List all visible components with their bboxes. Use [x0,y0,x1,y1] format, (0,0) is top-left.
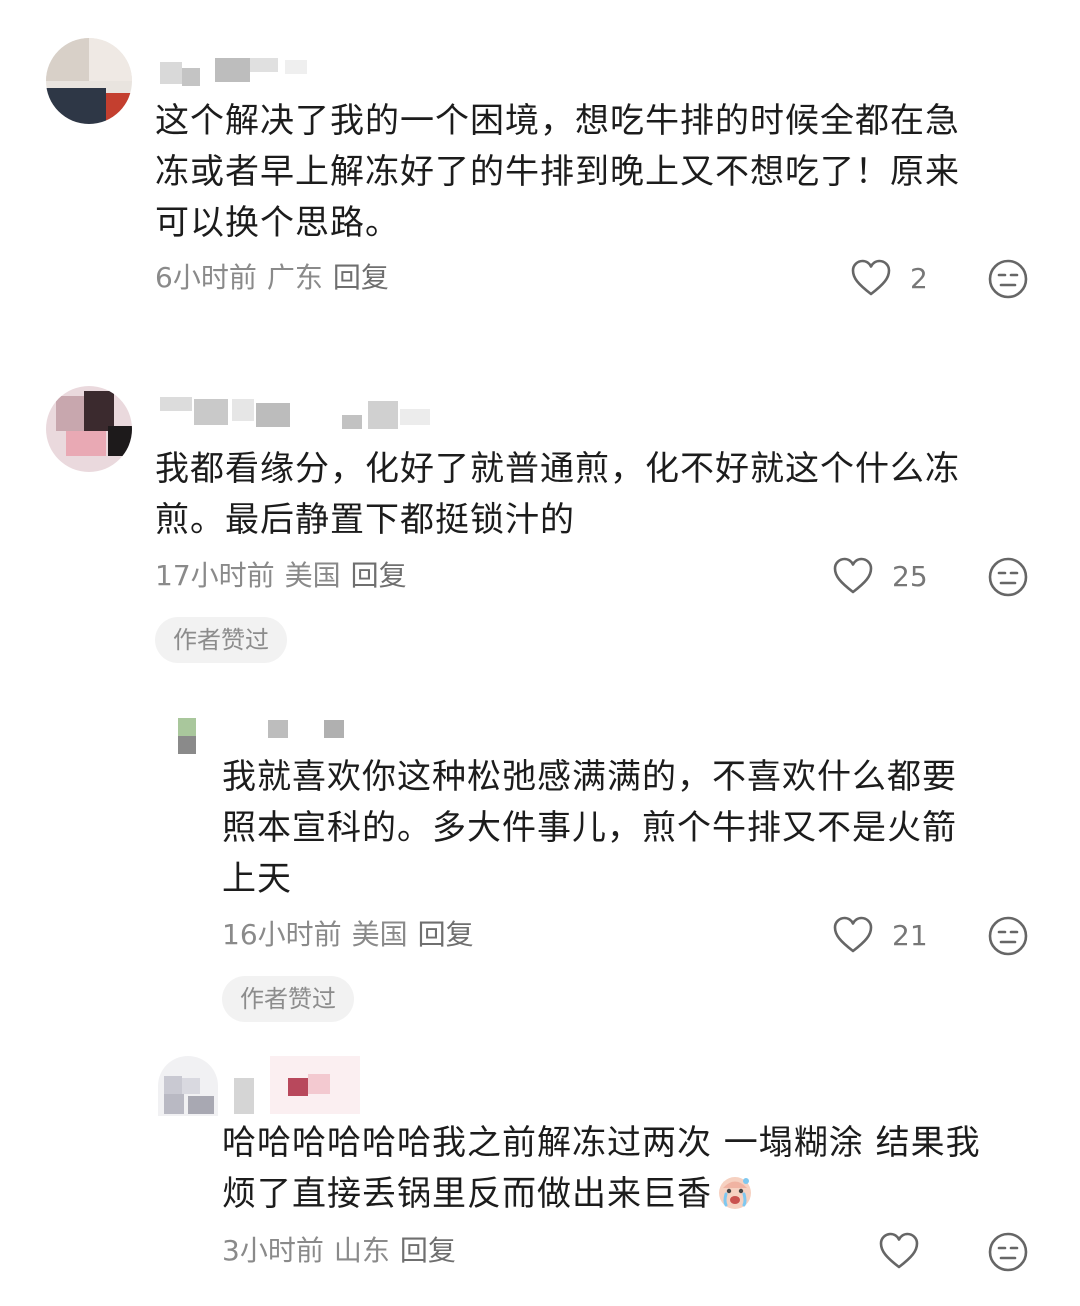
comment-meta: 3小时前 山东 回复 [222,1231,466,1271]
comment-text: 这个解决了我的一个困境，想吃牛排的时候全都在急 冻或者早上解冻好了的牛排到晚上又… [155,101,960,243]
avatar[interactable] [46,38,132,124]
username-blurred[interactable] [160,52,310,92]
location: 广东 [266,261,323,294]
heart-outline-icon [833,557,873,594]
comment-meta: 17小时前 美国 回复 [155,556,417,596]
heart-outline-icon [833,916,873,953]
heart-outline-icon [879,1232,919,1269]
location: 美国 [284,559,341,592]
reply-button[interactable]: 回复 [400,1234,456,1267]
reply-button[interactable]: 回复 [351,559,407,592]
heart-outline-icon [851,259,891,296]
neutral-face-icon[interactable] [987,1231,1029,1273]
avatar[interactable] [158,1056,218,1116]
neutral-face-icon[interactable] [987,258,1029,300]
like-button[interactable] [878,1229,938,1273]
timestamp: 6小时前 [155,261,257,294]
crying-face-emoji [719,1177,751,1209]
comment-text: 我就喜欢你这种松弛感满满的，不喜欢什么都要 照本宣科的。多大件事儿，煎个牛排又不… [222,757,957,899]
neutral-face-icon[interactable] [987,556,1029,598]
comment-meta: 6小时前 广东 回复 [155,258,399,298]
like-button[interactable]: 25 [832,554,928,598]
avatar[interactable] [158,698,206,760]
avatar[interactable] [46,386,132,472]
like-count: 21 [892,918,928,952]
username-blurred[interactable] [234,1056,364,1116]
username-blurred[interactable] [160,395,440,435]
neutral-face-icon[interactable] [987,915,1029,957]
reply-button[interactable]: 回复 [418,918,474,951]
timestamp: 17小时前 [155,559,275,592]
like-count: 2 [910,261,928,295]
comment-text: 我都看缘分，化好了就普通煎，化不好就这个什么冻 煎。最后静置下都挺锁汁的 [155,449,960,540]
comment-text: 哈哈哈哈哈哈我之前解冻过两次 一塌糊涂 结果我 烦了直接丢锅里反而做出来巨香 [222,1123,981,1214]
like-count: 25 [892,559,928,593]
location: 美国 [351,918,408,951]
like-button[interactable]: 2 [850,256,928,300]
author-liked-badge: 作者赞过 [155,617,287,663]
author-liked-badge: 作者赞过 [222,976,354,1022]
location: 山东 [333,1234,390,1267]
timestamp: 3小时前 [222,1234,324,1267]
comment-meta: 16小时前 美国 回复 [222,915,484,955]
reply-button[interactable]: 回复 [333,261,389,294]
like-button[interactable]: 21 [832,913,928,957]
timestamp: 16小时前 [222,918,342,951]
